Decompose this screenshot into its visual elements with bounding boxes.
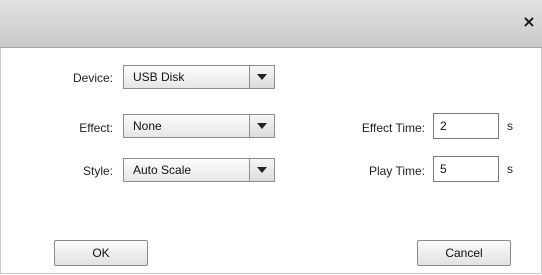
close-icon[interactable]: × <box>520 13 538 31</box>
play-time-label: Play Time: <box>368 164 425 178</box>
effect-label: Effect: <box>79 121 113 135</box>
cancel-button[interactable]: Cancel <box>417 240 511 266</box>
style-value: Auto Scale <box>133 163 192 177</box>
device-dropdown[interactable]: USB Disk <box>123 65 275 89</box>
effect-dropdown[interactable]: None <box>123 114 275 138</box>
play-time-unit: s <box>507 162 513 176</box>
device-value: USB Disk <box>133 70 185 84</box>
settings-dialog: Device: USB Disk Effect: None Style: Aut… <box>0 48 542 274</box>
chevron-down-icon[interactable] <box>249 115 274 137</box>
chevron-down-icon[interactable] <box>249 66 274 88</box>
effect-time-input[interactable]: 2 <box>433 113 499 139</box>
chevron-down-icon[interactable] <box>249 159 274 181</box>
ok-button[interactable]: OK <box>54 240 148 266</box>
effect-value: None <box>133 119 162 133</box>
style-label: Style: <box>82 164 113 178</box>
device-label: Device: <box>72 71 113 85</box>
effect-time-label: Effect Time: <box>361 121 425 135</box>
play-time-input[interactable]: 5 <box>433 156 499 182</box>
title-bar: × <box>0 0 542 48</box>
effect-time-unit: s <box>507 119 513 133</box>
style-dropdown[interactable]: Auto Scale <box>123 158 275 182</box>
